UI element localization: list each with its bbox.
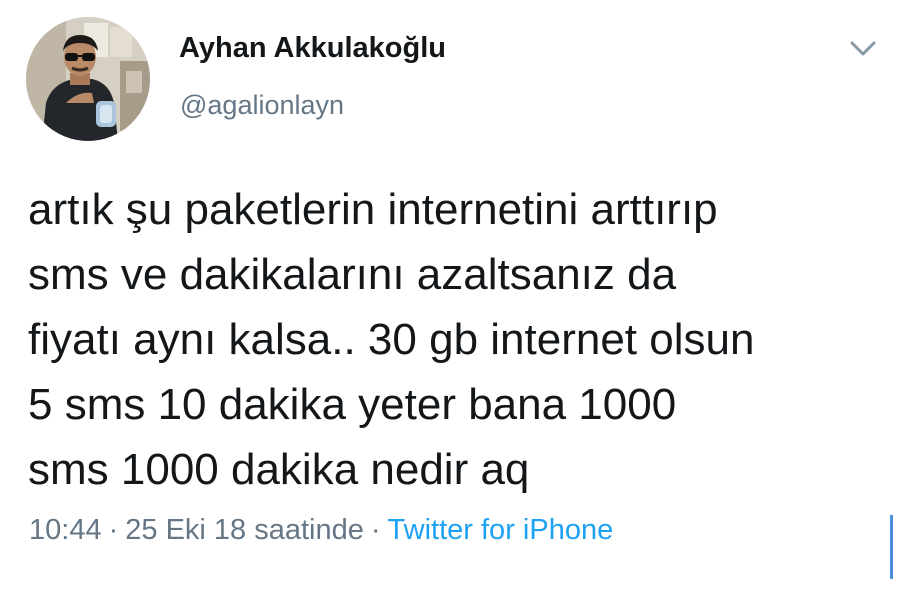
tweet-text: artık şu paketlerin internetini arttırıp… (28, 177, 888, 502)
meta-separator: · (108, 514, 119, 546)
display-name[interactable]: Ayhan Akkulakoğlu (179, 32, 446, 65)
tweet-text-line: fiyatı aynı kalsa.. 30 gb internet olsun (28, 315, 755, 364)
tweet-text-line: sms 1000 dakika nedir aq (28, 445, 530, 494)
tweet-date[interactable]: 25 Eki 18 saatinde (125, 514, 364, 546)
user-handle[interactable]: @agalionlayn (180, 90, 344, 121)
profile-photo (26, 17, 150, 141)
avatar[interactable] (26, 17, 150, 141)
chevron-down-icon[interactable] (846, 36, 880, 62)
tweet-meta: 10:44 · 25 Eki 18 saatinde · Twitter for iPh… (29, 514, 613, 547)
tweet-time[interactable]: 10:44 (29, 514, 102, 546)
scroll-indicator (890, 515, 893, 579)
tweet-text-line: 5 sms 10 dakika yeter bana 1000 (28, 380, 677, 429)
meta-separator: · (370, 514, 381, 546)
tweet-text-line: artık şu paketlerin internetini arttırıp (28, 185, 718, 234)
tweet-source-link[interactable]: Twitter for iPhone (388, 514, 614, 546)
tweet-text-line: sms ve dakikalarını azaltsanız da (28, 250, 677, 299)
